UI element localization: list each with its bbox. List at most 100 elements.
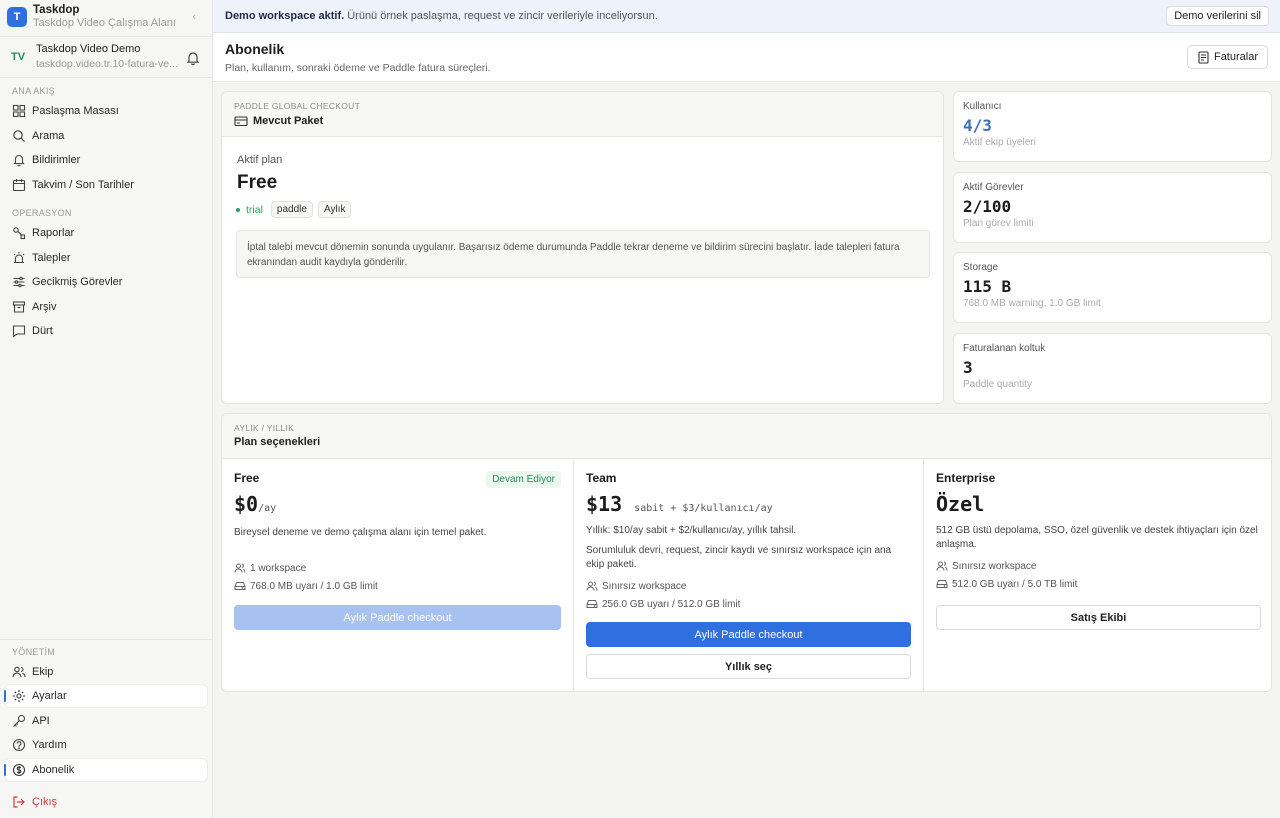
search-icon: [13, 130, 25, 142]
bell-icon[interactable]: [185, 50, 201, 66]
storage-icon: [936, 580, 948, 588]
stat-label: Kullanıcı: [963, 101, 1002, 112]
stat-label: Storage: [963, 262, 999, 273]
sidebar-item-label: Talepler: [32, 252, 71, 264]
plan-feature: 256.0 GB uyarı / 512.0 GB limit: [586, 598, 911, 610]
app-logo: T: [7, 6, 27, 27]
sidebar-divider: [0, 639, 212, 640]
archive-icon: [12, 301, 26, 313]
contact-sales-button[interactable]: Satış Ekibi: [936, 605, 1261, 630]
plan-feature: 512.0 GB uyarı / 5.0 TB limit: [936, 578, 1261, 590]
free-checkout-button[interactable]: Aylık Paddle checkout: [234, 605, 561, 630]
sidebar-item-gecikmis[interactable]: Gecikmiş Görevler: [5, 271, 207, 293]
billing-cycle-tag: Aylık: [317, 201, 352, 218]
stat-card-users: Kullanıcı 4/3 Aktif ekip üyeleri: [953, 91, 1272, 162]
plan-price: $13: [586, 492, 623, 516]
app-name: Taskdop: [33, 3, 80, 16]
workspace-switcher[interactable]: TV Taskdop Video Demo taskdop.video.tr.1…: [0, 36, 212, 78]
plan-free: Free Devam Ediyor $0/ay Bireysel deneme …: [222, 459, 573, 691]
stat-label: Aktif Görevler: [963, 182, 1024, 193]
document-icon: [1198, 50, 1209, 64]
stat-value: 2/100: [963, 197, 1012, 216]
current-plan-badge: Devam Ediyor: [486, 471, 561, 488]
plan-options-card: AYLIK / YILLIK Plan seçenekleri Free Dev…: [221, 413, 1272, 692]
cancellation-note: İptal talebi mevcut dönemin sonunda uygu…: [236, 230, 930, 278]
logout-label: Çıkış: [32, 796, 58, 808]
sidebar-item-paslasma[interactable]: Paslaşma Masası: [5, 100, 207, 122]
sidebar-item-api[interactable]: API: [5, 710, 207, 732]
current-plan-kicker: PADDLE GLOBAL CHECKOUT: [234, 101, 361, 111]
logout-button[interactable]: Çıkış: [5, 791, 207, 813]
sidebar: T Taskdop Taskdop Video Çalışma Alanı ‹ …: [0, 0, 213, 818]
provider-tag: paddle: [270, 201, 313, 218]
page-title: Abonelik: [225, 41, 285, 57]
sidebar-item-label: Takvim / Son Tarihler: [32, 179, 134, 191]
plan-options-kicker: AYLIK / YILLIK: [234, 423, 295, 433]
storage-icon: [234, 582, 246, 590]
banner-text: Ürünü örnek paslaşma, request ve zincir …: [347, 10, 658, 22]
invoices-label: Faturalar: [1213, 51, 1258, 63]
users-icon: [12, 666, 26, 678]
collapse-sidebar-button[interactable]: ‹: [192, 11, 196, 23]
key-icon: [13, 714, 26, 727]
plan-feature-text: 512.0 GB uyarı / 5.0 TB limit: [952, 578, 1078, 590]
delete-demo-data-button[interactable]: Demo verilerini sil: [1166, 6, 1269, 26]
plan-feature-text: 256.0 GB uyarı / 512.0 GB limit: [602, 598, 741, 610]
sidebar-item-raporlar[interactable]: Raporlar: [5, 222, 207, 244]
plan-options-title: Plan seçenekleri: [234, 436, 321, 448]
active-plan-label: Aktif plan: [237, 154, 283, 166]
current-plan-card: PADDLE GLOBAL CHECKOUT Mevcut Paket Akti…: [221, 91, 944, 404]
sidebar-item-label: Paslaşma Masası: [32, 105, 119, 117]
sidebar-item-label: API: [32, 715, 50, 727]
team-yearly-button[interactable]: Yıllık seç: [586, 654, 911, 679]
plan-name: Team: [586, 471, 617, 485]
banner-title: Demo workspace aktif.: [225, 10, 345, 22]
storage-icon: [586, 600, 598, 608]
stat-value: 4/3: [963, 116, 992, 135]
status-badge: trial: [246, 203, 263, 216]
plan-description: Sorumluluk devri, request, zincir kaydı …: [586, 545, 892, 570]
stat-card-seats: Faturalanan koltuk 3 Paddle quantity: [953, 333, 1272, 404]
gear-icon: [13, 690, 25, 702]
sidebar-item-ekip[interactable]: Ekip: [5, 661, 207, 683]
sidebar-item-label: Dürt: [32, 325, 53, 337]
stat-sub: Aktif ekip üyeleri: [963, 137, 1036, 148]
plan-feature-text: Sınırsız workspace: [952, 560, 1037, 572]
sidebar-item-yardim[interactable]: Yardım: [5, 734, 207, 756]
stat-sub: 768.0 MB warning, 1.0 GB limit: [963, 298, 1101, 309]
sidebar-item-durt[interactable]: Dürt: [5, 320, 207, 342]
sidebar-item-label: Bildirimler: [32, 154, 81, 166]
section-main-label: ANA AKIŞ: [12, 86, 55, 96]
team-monthly-checkout-button[interactable]: Aylık Paddle checkout: [586, 622, 911, 647]
sidebar-item-ayarlar[interactable]: Ayarlar: [4, 685, 207, 707]
stat-card-storage: Storage 115 B 768.0 MB warning, 1.0 GB l…: [953, 252, 1272, 323]
sliders-icon: [13, 276, 25, 288]
dollar-icon: [12, 763, 26, 777]
sidebar-item-label: Raporlar: [32, 227, 75, 239]
plan-description: Bireysel deneme ve demo çalışma alanı iç…: [234, 527, 487, 538]
sidebar-item-bildirimler[interactable]: Bildirimler: [5, 149, 207, 171]
users-icon: [234, 563, 246, 573]
invoices-button[interactable]: Faturalar: [1186, 45, 1268, 69]
plan-price: Özel: [936, 492, 985, 516]
stat-value: 115 B: [963, 277, 1012, 296]
sidebar-item-talepler[interactable]: Talepler: [5, 247, 207, 269]
grid-icon: [12, 104, 26, 118]
help-icon: [12, 738, 26, 752]
app-subtitle: Taskdop Video Çalışma Alanı: [33, 16, 176, 29]
sidebar-item-label: Ekip: [32, 666, 54, 678]
sidebar-item-arsiv[interactable]: Arşiv: [5, 296, 207, 318]
active-plan-name: Free: [237, 172, 278, 193]
alarm-icon: [13, 252, 25, 264]
stat-sub: Plan görev limiti: [963, 218, 1034, 229]
sidebar-item-label: Arama: [32, 130, 65, 142]
stat-label: Faturalanan koltuk: [963, 343, 1046, 354]
plan-name: Enterprise: [936, 471, 996, 485]
section-ops-label: OPERASYON: [12, 208, 72, 218]
app-header: T Taskdop Taskdop Video Çalışma Alanı ‹: [0, 0, 212, 33]
users-icon: [936, 561, 948, 571]
sidebar-item-abonelik[interactable]: Abonelik: [4, 759, 207, 781]
sidebar-item-takvim[interactable]: Takvim / Son Tarihler: [5, 174, 207, 196]
sidebar-item-arama[interactable]: Arama: [5, 125, 207, 147]
credit-card-icon: [234, 116, 248, 127]
